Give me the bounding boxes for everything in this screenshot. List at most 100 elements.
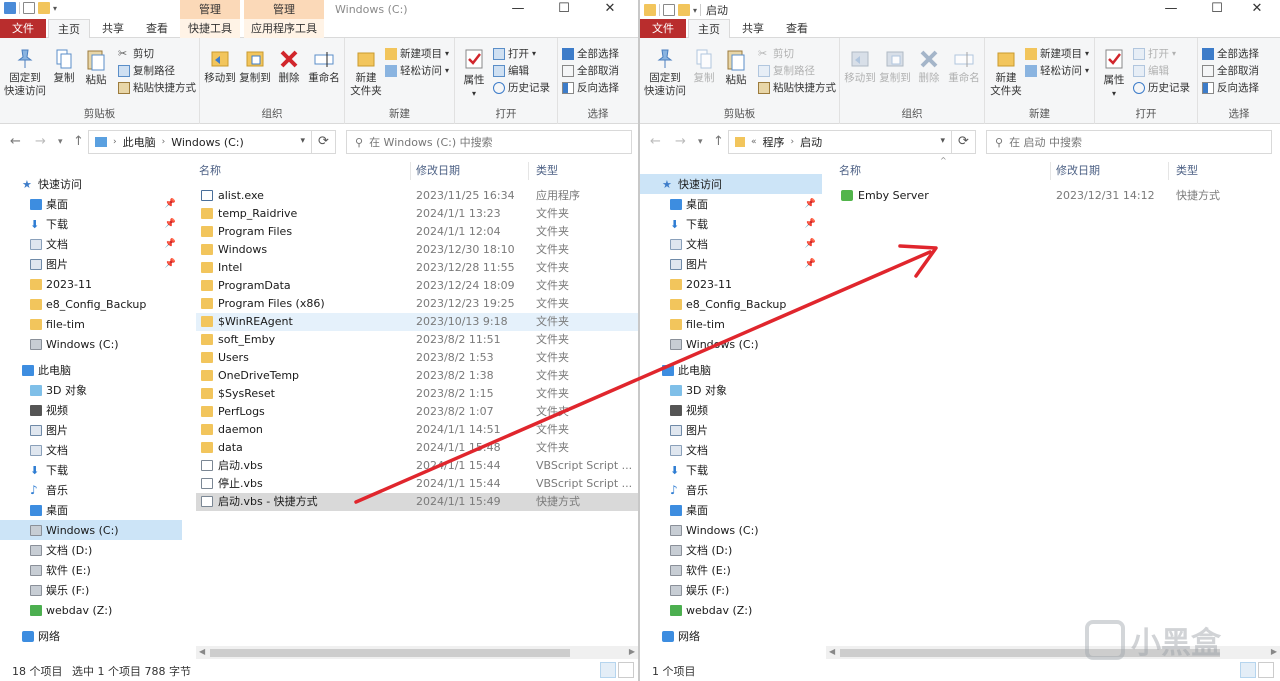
file-row[interactable]: 启动.vbs - 快捷方式 2024/1/1 15:49 快捷方式	[196, 493, 638, 511]
nav-item[interactable]: 桌面	[0, 500, 182, 520]
nav-item[interactable]: ⬇ 下载 📌	[640, 214, 822, 234]
file-row[interactable]: 停止.vbs 2024/1/1 15:44 VBScript Script ...	[196, 475, 638, 493]
copy-to-button[interactable]: 复制到	[238, 48, 272, 85]
tab-application-tools[interactable]: 应用程序工具	[244, 19, 324, 38]
horizontal-scrollbar[interactable]: ◀ ▶	[826, 646, 1280, 660]
nav-item[interactable]: Windows (C:)	[0, 520, 182, 540]
paste-button[interactable]: 粘贴	[722, 48, 750, 87]
breadcrumb-startup[interactable]: 启动	[800, 134, 822, 150]
new-item-button[interactable]: 新建项目 ▾	[385, 46, 449, 61]
properties-check-icon[interactable]	[663, 4, 675, 16]
minimize-button[interactable]: —	[495, 0, 541, 19]
file-row[interactable]: alist.exe 2023/11/25 16:34 应用程序	[196, 187, 638, 205]
maximize-button[interactable]: ☐	[541, 0, 587, 19]
pin-quick-access-button[interactable]: 固定到 快速访问	[644, 48, 686, 98]
tab-share[interactable]: 共享	[92, 19, 134, 38]
file-row[interactable]: Users 2023/8/2 1:53 文件夹	[196, 349, 638, 367]
forward-arrow-icon[interactable]: →	[675, 134, 686, 149]
new-item-button[interactable]: 新建项目 ▾	[1025, 46, 1089, 61]
back-arrow-icon[interactable]: ←	[10, 134, 21, 149]
rename-button[interactable]: 重命名	[306, 48, 342, 85]
scroll-left-arrow-icon[interactable]: ◀	[829, 647, 835, 656]
nav-item[interactable]: 文档	[0, 440, 182, 460]
nav-item[interactable]: 2023-11	[0, 274, 182, 294]
easy-access-button[interactable]: 轻松访问 ▾	[385, 63, 449, 78]
nav-item[interactable]: ⬇ 下载	[640, 460, 822, 480]
nav-item[interactable]: webdav (Z:)	[640, 600, 822, 620]
delete-button[interactable]: 删除	[276, 48, 302, 85]
tab-file[interactable]: 文件	[0, 19, 46, 38]
paste-button[interactable]: 粘贴	[82, 48, 110, 87]
file-row[interactable]: Windows 2023/12/30 18:10 文件夹	[196, 241, 638, 259]
file-row[interactable]: PerfLogs 2023/8/2 1:07 文件夹	[196, 403, 638, 421]
nav-item[interactable]: 文档 📌	[640, 234, 822, 254]
move-to-button[interactable]: 移动到	[203, 48, 237, 85]
search-box[interactable]: ⚲ 在 Windows (C:) 中搜索	[346, 130, 632, 154]
tab-home[interactable]: 主页	[48, 19, 90, 39]
nav-item[interactable]: 娱乐 (F:)	[0, 580, 182, 600]
nav-item[interactable]: file-tim	[0, 314, 182, 334]
copy-to-button[interactable]: 复制到	[878, 48, 912, 85]
scroll-right-arrow-icon[interactable]: ▶	[1271, 647, 1277, 656]
scroll-thumb[interactable]	[840, 649, 1220, 657]
scroll-right-arrow-icon[interactable]: ▶	[629, 647, 635, 656]
select-none-button[interactable]: 全部取消	[562, 63, 619, 78]
tab-view[interactable]: 查看	[136, 19, 178, 38]
nav-item[interactable]: 网络	[640, 626, 822, 646]
nav-item[interactable]: ⬇ 下载 📌	[0, 214, 182, 234]
paste-shortcut-button[interactable]: 粘贴快捷方式	[758, 80, 836, 95]
select-none-button[interactable]: 全部取消	[1202, 63, 1259, 78]
nav-item[interactable]: 文档 (D:)	[640, 540, 822, 560]
nav-item[interactable]: ♪ 音乐	[640, 480, 822, 500]
nav-item[interactable]: ⬇ 下载	[0, 460, 182, 480]
nav-item[interactable]: 图片	[0, 420, 182, 440]
up-arrow-icon[interactable]: ↑	[713, 134, 724, 149]
nav-item[interactable]: 软件 (E:)	[0, 560, 182, 580]
column-header-name[interactable]: 名称	[839, 160, 861, 182]
properties-check-icon[interactable]	[23, 2, 35, 14]
move-to-button[interactable]: 移动到	[843, 48, 877, 85]
file-row[interactable]: 启动.vbs 2024/1/1 15:44 VBScript Script ...	[196, 457, 638, 475]
nav-item[interactable]: ★ 快速访问	[0, 174, 182, 194]
folder-app-icon[interactable]	[644, 4, 656, 16]
history-button[interactable]: 历史记录	[493, 80, 550, 95]
nav-item[interactable]: 文档 (D:)	[0, 540, 182, 560]
refresh-button[interactable]: ⟳	[952, 130, 976, 154]
close-button[interactable]: ✕	[1234, 0, 1280, 19]
address-bar[interactable]: « 程序 › 启动 ▾	[728, 130, 952, 154]
address-dropdown-icon[interactable]: ▾	[940, 136, 945, 146]
file-row[interactable]: temp_Raidrive 2024/1/1 13:23 文件夹	[196, 205, 638, 223]
properties-button[interactable]: 属性 ▾	[459, 48, 489, 100]
nav-item[interactable]: ★ 快速访问	[640, 174, 822, 194]
file-row[interactable]: $SysReset 2023/8/2 1:15 文件夹	[196, 385, 638, 403]
breadcrumb-overflow[interactable]: «	[751, 137, 757, 147]
qat-dropdown-icon[interactable]: ▾	[53, 4, 57, 13]
cut-button[interactable]: ✂ 剪切	[758, 46, 794, 61]
new-folder-button[interactable]: 新建 文件夹	[988, 48, 1024, 98]
tab-shortcut-tools[interactable]: 快捷工具	[180, 19, 240, 38]
breadcrumb-programs[interactable]: 程序	[763, 134, 785, 150]
minimize-button[interactable]: —	[1148, 0, 1194, 19]
new-folder-button[interactable]: 新建 文件夹	[348, 48, 384, 98]
nav-item[interactable]: 2023-11	[640, 274, 822, 294]
nav-item[interactable]: 娱乐 (F:)	[640, 580, 822, 600]
easy-access-button[interactable]: 轻松访问 ▾	[1025, 63, 1089, 78]
address-bar[interactable]: › 此电脑 › Windows (C:) ▾	[88, 130, 312, 154]
select-all-button[interactable]: 全部选择	[1202, 46, 1259, 61]
nav-item[interactable]: ♪ 音乐	[0, 480, 182, 500]
nav-item[interactable]: Windows (C:)	[640, 520, 822, 540]
search-box[interactable]: ⚲ 在 启动 中搜索	[986, 130, 1272, 154]
breadcrumb-this-pc[interactable]: 此电脑	[123, 134, 156, 150]
file-row[interactable]: soft_Emby 2023/8/2 11:51 文件夹	[196, 331, 638, 349]
nav-item[interactable]: 此电脑	[0, 360, 182, 380]
nav-item[interactable]: 视频	[640, 400, 822, 420]
horizontal-scrollbar[interactable]: ◀ ▶	[196, 646, 638, 660]
explorer-app-icon[interactable]	[4, 2, 16, 14]
rename-button[interactable]: 重命名	[946, 48, 982, 85]
nav-item[interactable]: e8_Config_Backup	[640, 294, 822, 314]
file-row[interactable]: $WinREAgent 2023/10/13 9:18 文件夹	[196, 313, 638, 331]
invert-selection-button[interactable]: 反向选择	[562, 80, 619, 95]
scroll-thumb[interactable]	[210, 649, 570, 657]
nav-item[interactable]: 图片	[640, 420, 822, 440]
recent-dropdown-icon[interactable]: ▾	[698, 137, 703, 147]
